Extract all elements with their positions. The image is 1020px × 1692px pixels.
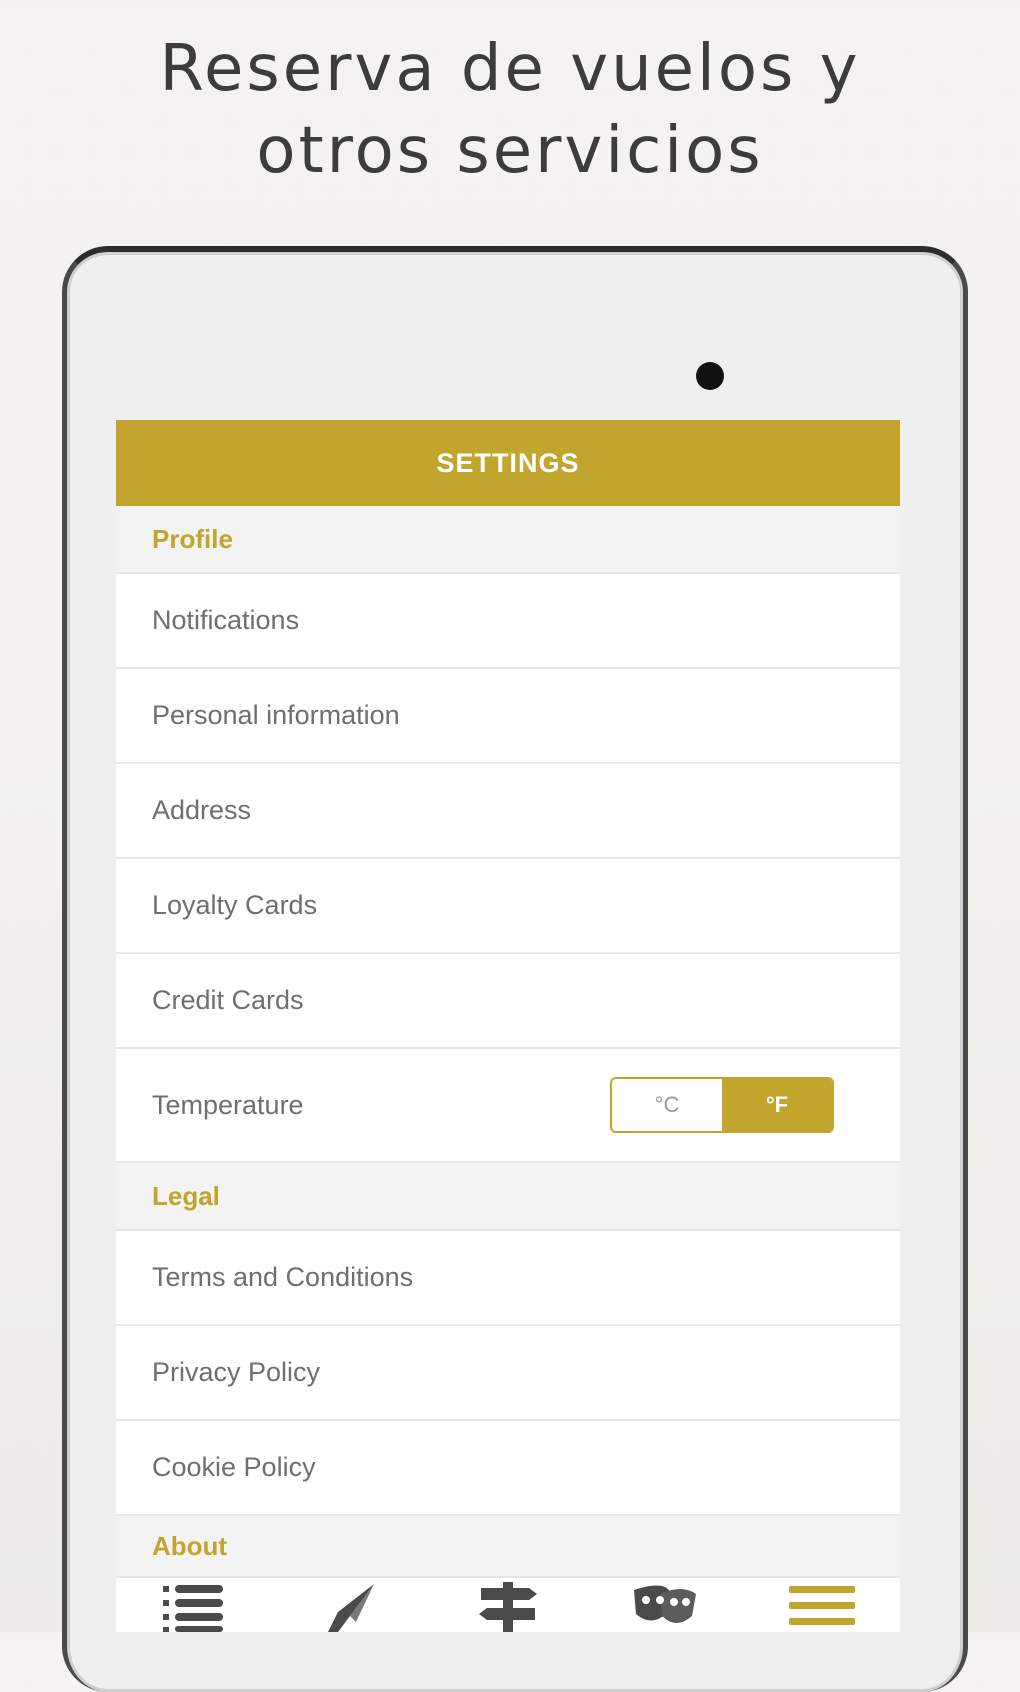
settings-item-label: Temperature [152,1089,304,1120]
section-header-about: About [116,1516,900,1578]
section-title-legal: Legal [152,1180,220,1211]
promo-headline: Reserva de vuelos y otros servicios [0,28,1020,192]
compass-icon [328,1584,375,1632]
temperature-unit-toggle[interactable]: °C °F [610,1077,834,1133]
section-title-profile: Profile [152,523,233,554]
menu-icon [788,1586,855,1625]
settings-item-terms-and-conditions[interactable]: Terms and Conditions [116,1231,900,1326]
promo-headline-line1: Reserva de vuelos y [159,32,861,106]
section-title-about: About [152,1530,228,1561]
list-icon [163,1585,224,1632]
app-screen: SETTINGS Profile Notifications Personal … [116,420,900,1632]
settings-item-label: Credit Cards [152,985,304,1015]
settings-item-label: Privacy Policy [152,1357,321,1387]
settings-item-cookie-policy[interactable]: Cookie Policy [116,1421,900,1516]
settings-item-label: Notifications [152,605,300,635]
page-title: SETTINGS [436,447,580,478]
settings-item-label: Cookie Policy [152,1452,316,1482]
temperature-option-fahrenheit[interactable]: °F [722,1079,832,1131]
nav-item-entertainment[interactable] [625,1582,705,1632]
promo-headline-line2: otros servicios [256,114,764,188]
signpost-icon [478,1582,537,1632]
section-header-legal: Legal [116,1163,900,1231]
temperature-option-celsius[interactable]: °C [612,1079,722,1131]
settings-item-personal-information[interactable]: Personal information [116,669,900,764]
settings-item-label: Address [152,795,252,825]
nav-item-list[interactable] [154,1582,234,1632]
settings-item-notifications[interactable]: Notifications [116,574,900,669]
nav-item-menu[interactable] [782,1582,862,1632]
nav-item-directions[interactable] [468,1582,548,1632]
settings-item-label: Personal information [152,700,400,730]
settings-item-temperature: Temperature °C °F [116,1049,900,1163]
settings-item-address[interactable]: Address [116,764,900,859]
settings-item-loyalty-cards[interactable]: Loyalty Cards [116,859,900,954]
settings-item-credit-cards[interactable]: Credit Cards [116,954,900,1049]
section-header-profile: Profile [116,506,900,574]
app-bar: SETTINGS [116,420,900,506]
settings-item-label: Loyalty Cards [152,890,318,920]
settings-item-privacy-policy[interactable]: Privacy Policy [116,1326,900,1421]
tablet-camera [696,362,724,390]
theater-masks-icon [633,1585,696,1623]
bottom-navigation [116,1582,900,1632]
nav-item-explore[interactable] [311,1582,391,1632]
settings-item-label: Terms and Conditions [152,1262,414,1292]
